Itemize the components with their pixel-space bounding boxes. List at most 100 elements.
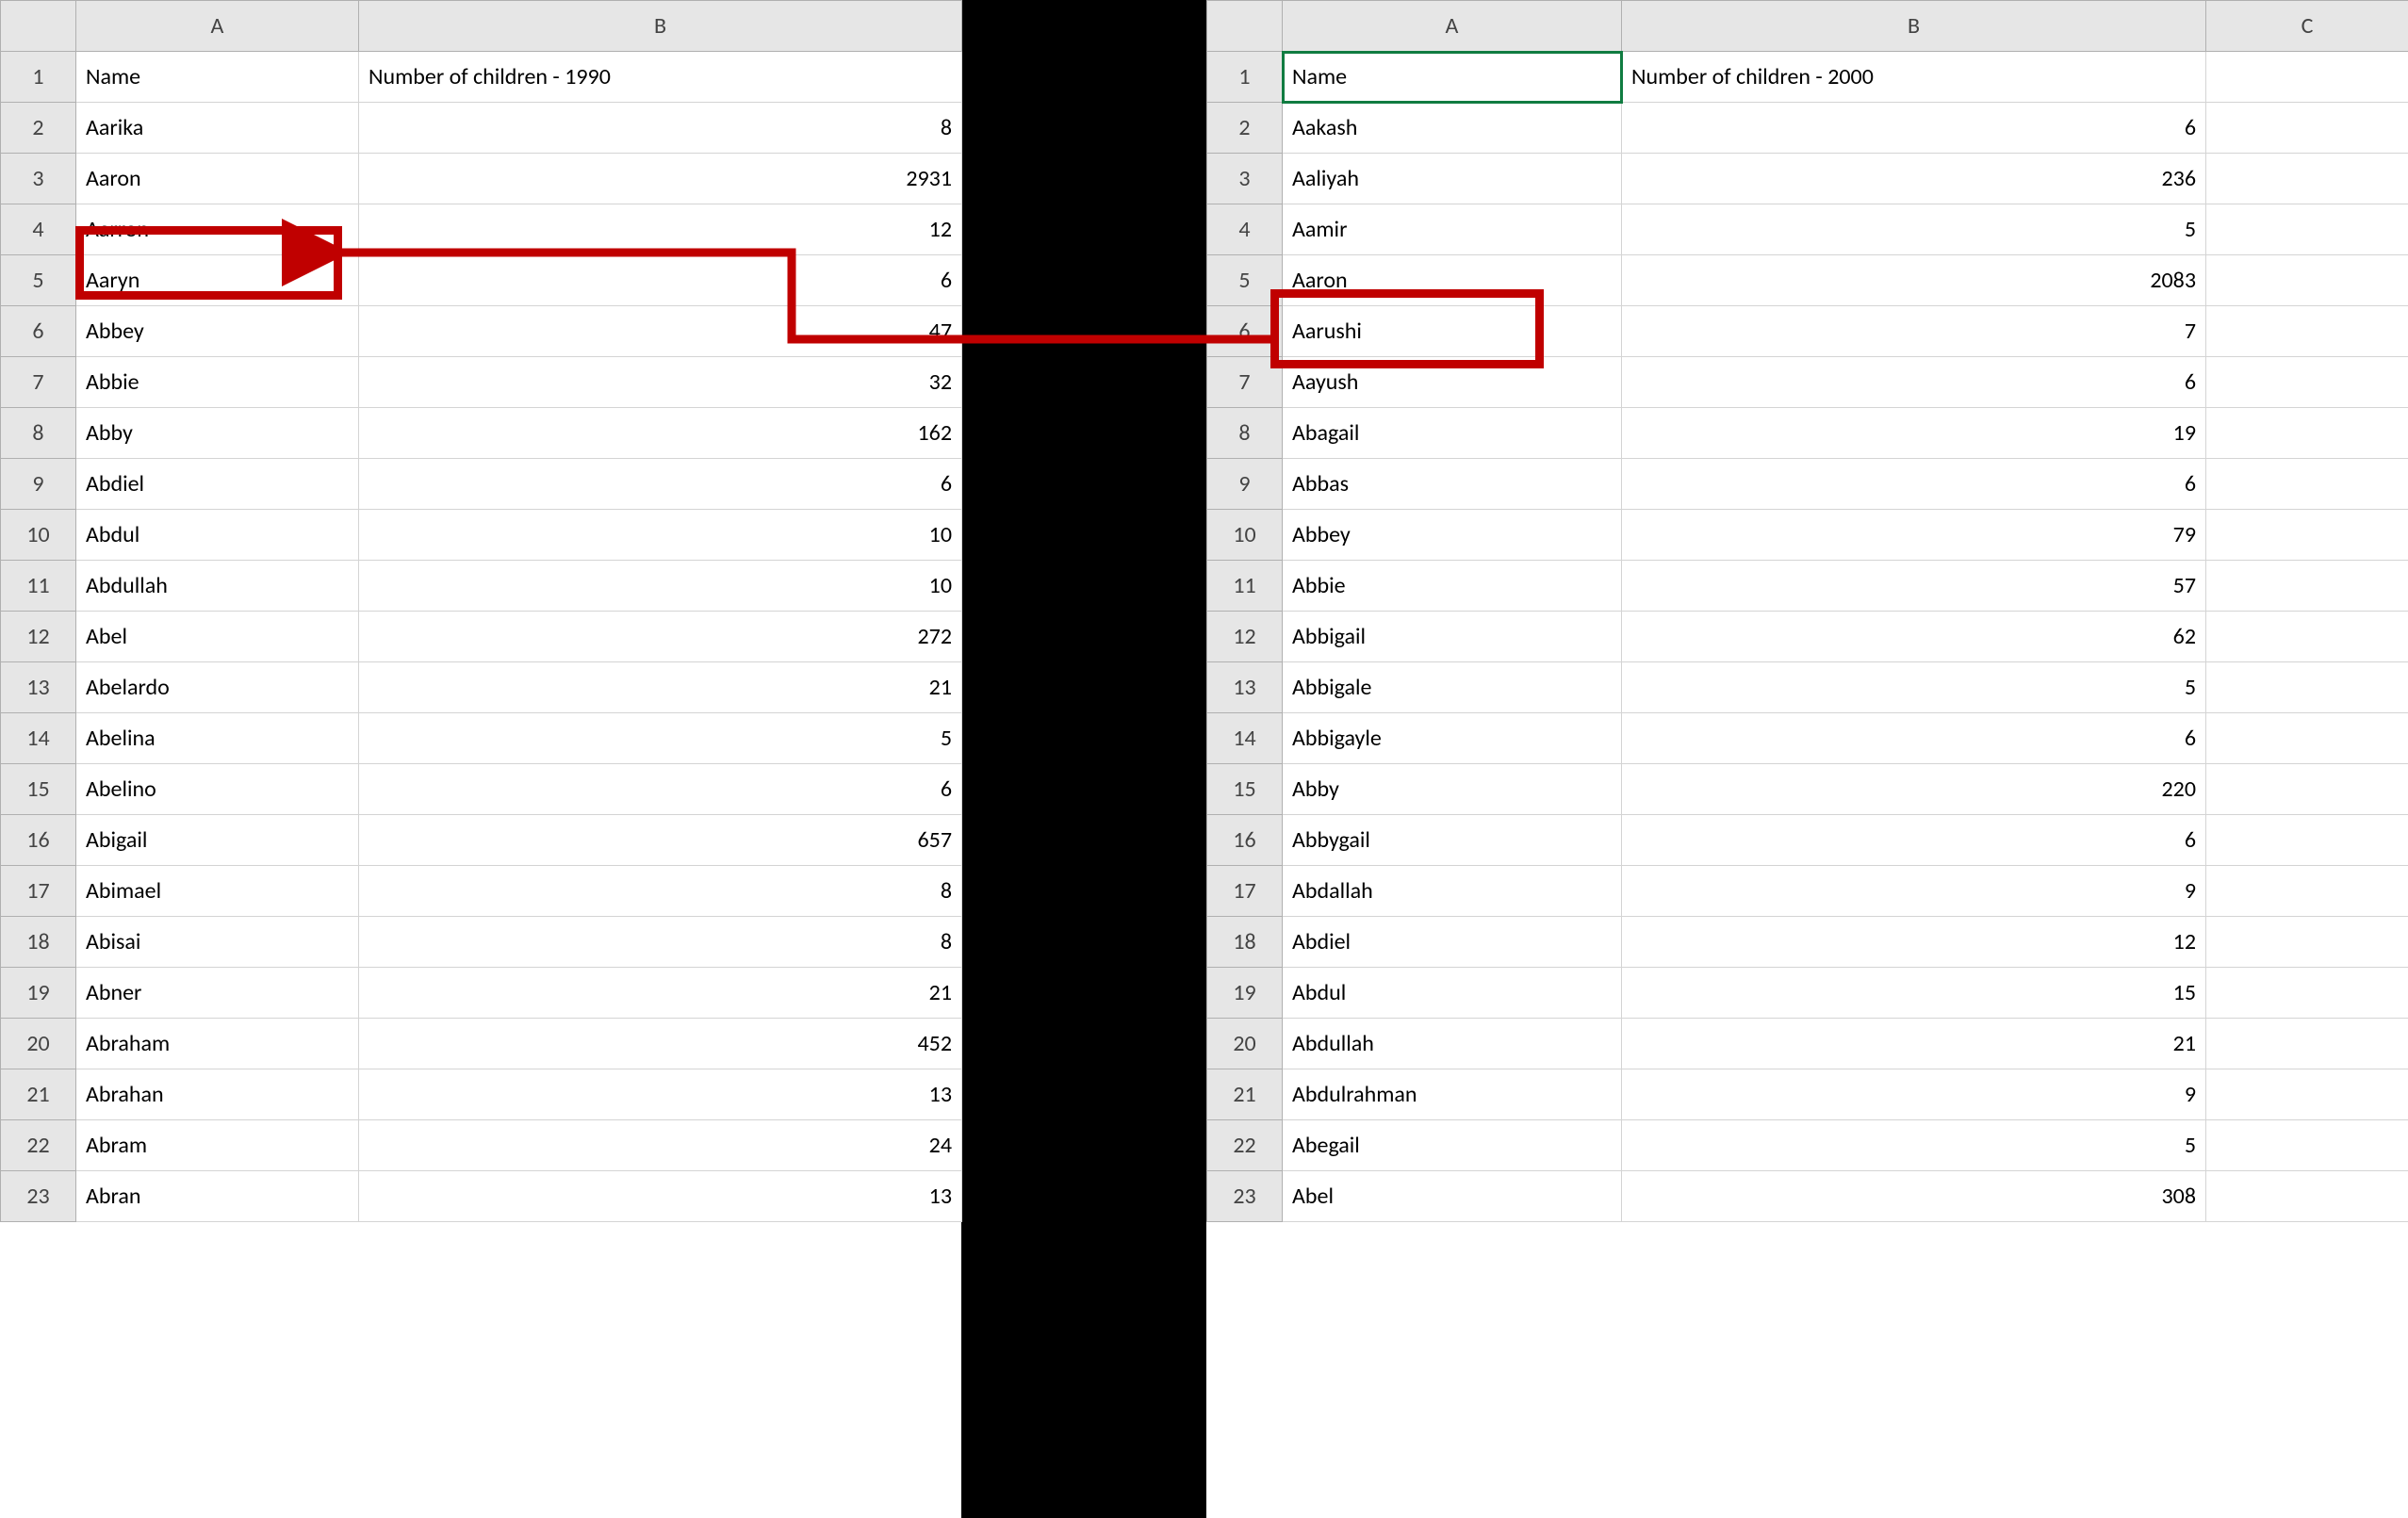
row-header[interactable]: 6 [1207, 306, 1283, 357]
cell[interactable]: Aayush [1283, 357, 1622, 408]
cell[interactable]: Abner [76, 968, 359, 1019]
cell[interactable]: 6 [1622, 103, 2206, 154]
cell[interactable]: Abby [1283, 764, 1622, 815]
cell[interactable]: 6 [1622, 815, 2206, 866]
col-header-B[interactable]: B [359, 1, 962, 52]
cell[interactable]: 13 [359, 1171, 962, 1222]
cell[interactable]: 5 [359, 713, 962, 764]
cell[interactable] [2206, 1120, 2408, 1171]
cell[interactable] [2206, 306, 2408, 357]
cell[interactable]: Abbigayle [1283, 713, 1622, 764]
col-header-C[interactable]: C [2206, 1, 2408, 52]
row-header[interactable]: 23 [1207, 1171, 1283, 1222]
cell[interactable]: 6 [1622, 713, 2206, 764]
cell[interactable]: Aamir [1283, 204, 1622, 255]
row-header[interactable]: 4 [1207, 204, 1283, 255]
row-header[interactable]: 18 [1, 917, 76, 968]
cell[interactable]: 9 [1622, 866, 2206, 917]
row-header[interactable]: 21 [1207, 1069, 1283, 1120]
cell[interactable]: Abimael [76, 866, 359, 917]
cell[interactable]: Abdullah [76, 561, 359, 612]
cell[interactable] [2206, 1171, 2408, 1222]
cell[interactable]: Aaliyah [1283, 154, 1622, 204]
row-header[interactable]: 18 [1207, 917, 1283, 968]
cell[interactable] [2206, 459, 2408, 510]
cell[interactable]: 6 [1622, 357, 2206, 408]
cell[interactable] [2206, 866, 2408, 917]
cell[interactable]: 62 [1622, 612, 2206, 662]
cell[interactable]: 657 [359, 815, 962, 866]
row-header[interactable]: 21 [1, 1069, 76, 1120]
cell[interactable]: Aarushi [1283, 306, 1622, 357]
cell[interactable]: Name [1283, 52, 1622, 103]
cell[interactable]: 6 [359, 255, 962, 306]
cell[interactable]: Abbie [1283, 561, 1622, 612]
cell[interactable]: Number of children - 2000 [1622, 52, 2206, 103]
row-header[interactable]: 12 [1207, 612, 1283, 662]
row-header[interactable]: 1 [1, 52, 76, 103]
row-header[interactable]: 1 [1207, 52, 1283, 103]
cell[interactable]: 6 [359, 459, 962, 510]
cell[interactable]: 12 [1622, 917, 2206, 968]
corner-cell[interactable] [1, 1, 76, 52]
row-header[interactable]: 2 [1, 103, 76, 154]
cell[interactable]: Abbygail [1283, 815, 1622, 866]
cell[interactable]: 162 [359, 408, 962, 459]
row-header[interactable]: 7 [1, 357, 76, 408]
cell[interactable] [2206, 1069, 2408, 1120]
cell[interactable]: Abran [76, 1171, 359, 1222]
cell[interactable]: 6 [359, 764, 962, 815]
row-header[interactable]: 4 [1, 204, 76, 255]
row-header[interactable]: 20 [1, 1019, 76, 1069]
cell[interactable] [2206, 204, 2408, 255]
cell[interactable]: 5 [1622, 662, 2206, 713]
cell[interactable] [2206, 815, 2408, 866]
cell[interactable]: 21 [359, 662, 962, 713]
row-header[interactable]: 13 [1, 662, 76, 713]
col-header-A[interactable]: A [76, 1, 359, 52]
row-header[interactable]: 14 [1207, 713, 1283, 764]
row-header[interactable]: 11 [1, 561, 76, 612]
cell[interactable] [2206, 510, 2408, 561]
cell[interactable] [2206, 764, 2408, 815]
cell[interactable]: Abdiel [1283, 917, 1622, 968]
cell[interactable]: Abbey [76, 306, 359, 357]
cell[interactable]: Aaron [1283, 255, 1622, 306]
cell[interactable]: 220 [1622, 764, 2206, 815]
cell[interactable]: Name [76, 52, 359, 103]
cell[interactable]: 8 [359, 103, 962, 154]
row-header[interactable]: 16 [1207, 815, 1283, 866]
cell[interactable]: 2931 [359, 154, 962, 204]
cell[interactable]: 24 [359, 1120, 962, 1171]
cell[interactable]: Abdiel [76, 459, 359, 510]
cell[interactable]: Abelino [76, 764, 359, 815]
cell[interactable] [2206, 52, 2408, 103]
row-header[interactable]: 6 [1, 306, 76, 357]
cell[interactable]: Abbas [1283, 459, 1622, 510]
row-header[interactable]: 14 [1, 713, 76, 764]
row-header[interactable]: 8 [1207, 408, 1283, 459]
row-header[interactable]: 9 [1, 459, 76, 510]
cell[interactable] [2206, 561, 2408, 612]
cell[interactable] [2206, 917, 2408, 968]
cell[interactable]: 7 [1622, 306, 2206, 357]
row-header[interactable]: 10 [1, 510, 76, 561]
col-header-B[interactable]: B [1622, 1, 2206, 52]
cell[interactable]: 10 [359, 510, 962, 561]
cell[interactable]: Abbie [76, 357, 359, 408]
cell[interactable]: 6 [1622, 459, 2206, 510]
cell[interactable]: 32 [359, 357, 962, 408]
cell[interactable]: 236 [1622, 154, 2206, 204]
cell[interactable]: Abbey [1283, 510, 1622, 561]
cell[interactable]: Aakash [1283, 103, 1622, 154]
col-header-A[interactable]: A [1283, 1, 1622, 52]
cell[interactable] [2206, 255, 2408, 306]
cell[interactable]: 13 [359, 1069, 962, 1120]
row-header[interactable]: 22 [1, 1120, 76, 1171]
row-header[interactable]: 3 [1, 154, 76, 204]
cell[interactable]: 79 [1622, 510, 2206, 561]
corner-cell[interactable] [1207, 1, 1283, 52]
row-header[interactable]: 19 [1207, 968, 1283, 1019]
cell[interactable]: 2083 [1622, 255, 2206, 306]
cell[interactable]: 10 [359, 561, 962, 612]
